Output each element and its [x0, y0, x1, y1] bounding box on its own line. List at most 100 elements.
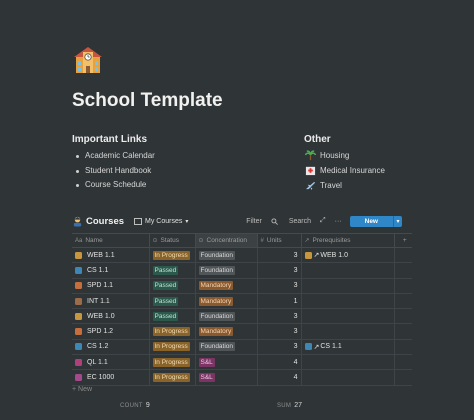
cell-units[interactable]: 3 [257, 278, 302, 294]
cell-concentration[interactable]: Foundation [195, 262, 258, 279]
cell-prerequisites[interactable] [301, 278, 395, 294]
other-item-travel[interactable]: Travel [304, 178, 385, 193]
important-links-list: Academic Calendar Student Handbook Cours… [75, 149, 155, 193]
database-header: Courses My Courses ▾ Filter Search ⤢ ···… [72, 214, 402, 228]
cell-prerequisites[interactable] [301, 293, 395, 310]
add-row-button[interactable]: + New [72, 386, 92, 393]
cell-concentration[interactable]: Foundation [195, 247, 258, 264]
cell-prerequisites[interactable] [301, 262, 395, 279]
column-header-prerequisites[interactable]: ↗ Prerequisites [301, 233, 395, 248]
cell-concentration[interactable]: Mandatory [195, 323, 258, 340]
new-button[interactable]: New ▾ [349, 215, 402, 227]
table-row[interactable]: WEB 1.1 In Progress Foundation 3 ↗ WEB 1.0 [72, 247, 412, 264]
cell-name[interactable]: EC 1000 [72, 369, 150, 386]
other-item-medical-insurance[interactable]: Medical Insurance [304, 163, 385, 178]
cell-status[interactable]: In Progress [149, 369, 196, 386]
link-academic-calendar[interactable]: Academic Calendar [75, 149, 155, 164]
cell-name[interactable]: SPD 1.1 [72, 278, 150, 294]
cell-status[interactable]: In Progress [149, 339, 196, 356]
page-icon [75, 251, 82, 259]
select-icon: ⊙ [198, 238, 204, 244]
cell-empty [394, 369, 412, 386]
search-icon [271, 217, 278, 225]
cell-status[interactable]: Passed [149, 278, 196, 294]
select-icon: ⊙ [152, 238, 158, 244]
footer-count[interactable]: COUNT 9 [120, 402, 150, 409]
new-button-label: New [364, 217, 378, 225]
table-row[interactable]: SPD 1.2 In Progress Mandatory 3 [72, 323, 412, 340]
column-header-units[interactable]: # Units [257, 233, 302, 248]
view-selector[interactable]: My Courses ▾ [134, 217, 188, 225]
table-row[interactable]: WEB 1.0 Passed Foundation 3 [72, 308, 412, 325]
cell-prerequisites[interactable] [301, 308, 395, 325]
cell-name[interactable]: INT 1.1 [72, 293, 150, 310]
cell-units[interactable]: 4 [257, 369, 302, 386]
link-course-schedule[interactable]: Course Schedule [75, 178, 155, 193]
cell-concentration[interactable]: S&L [195, 369, 258, 386]
important-links-heading: Important Links [72, 134, 148, 145]
cell-name[interactable]: WEB 1.1 [72, 247, 150, 264]
cell-status[interactable]: In Progress [149, 247, 196, 264]
link-student-handbook[interactable]: Student Handbook [75, 164, 155, 179]
cell-name[interactable]: CS 1.1 [72, 262, 150, 279]
page-icon [304, 251, 312, 259]
status-badge: Passed [152, 311, 179, 321]
cell-prerequisites[interactable]: ↗ CS 1.1 [301, 339, 395, 356]
cell-concentration[interactable]: S&L [195, 354, 258, 371]
cell-prerequisites[interactable] [301, 354, 395, 371]
column-header-concentration[interactable]: ⊙ Concentration [195, 233, 258, 248]
cell-concentration[interactable]: Mandatory [195, 278, 258, 294]
cell-units[interactable]: 3 [257, 262, 302, 279]
table-row[interactable]: EC 1000 In Progress S&L 4 [72, 369, 412, 386]
cell-units[interactable]: 1 [257, 293, 302, 310]
cell-empty [394, 278, 412, 294]
table-row[interactable]: CS 1.1 Passed Foundation 3 [72, 262, 412, 279]
table-row[interactable]: SPD 1.1 Passed Mandatory 3 [72, 278, 412, 294]
page-icon [304, 343, 312, 351]
cell-concentration[interactable]: Foundation [195, 339, 258, 356]
concentration-badge: Mandatory [198, 281, 234, 291]
more-icon[interactable]: ··· [335, 218, 342, 225]
cell-name[interactable]: SPD 1.2 [72, 323, 150, 340]
column-header-name[interactable]: Aa Name [72, 233, 150, 248]
search-button[interactable]: Search [271, 218, 311, 225]
other-item-label: Travel [320, 181, 342, 190]
page-icon [75, 266, 82, 274]
footer-sum[interactable]: SUM 27 [277, 402, 302, 409]
cell-concentration[interactable]: Mandatory [195, 293, 258, 310]
cell-prerequisites[interactable] [301, 369, 395, 386]
expand-icon[interactable]: ⤢ [320, 217, 326, 225]
cell-empty [394, 262, 412, 279]
cell-units[interactable]: 4 [257, 354, 302, 371]
concentration-badge: S&L [198, 357, 215, 367]
cell-prerequisites[interactable] [301, 323, 395, 340]
add-column-button[interactable]: + [394, 233, 412, 248]
column-header-status[interactable]: ⊙ Status [149, 233, 196, 248]
cell-name[interactable]: QL 1.1 [72, 354, 150, 371]
cell-status[interactable]: Passed [149, 293, 196, 310]
cell-status[interactable]: Passed [149, 262, 196, 279]
concentration-badge: Foundation [198, 342, 236, 352]
table-row[interactable]: QL 1.1 In Progress S&L 4 [72, 354, 412, 371]
cell-status[interactable]: In Progress [149, 354, 196, 371]
cell-units[interactable]: 3 [257, 308, 302, 325]
cell-units[interactable]: 3 [257, 339, 302, 356]
concentration-badge: Mandatory [198, 327, 234, 337]
cell-prerequisites[interactable]: ↗ WEB 1.0 [301, 247, 395, 264]
palm-tree-icon [304, 150, 316, 162]
cell-units[interactable]: 3 [257, 323, 302, 340]
cell-name[interactable]: WEB 1.0 [72, 308, 150, 325]
filter-button[interactable]: Filter [246, 218, 262, 225]
chevron-down-icon[interactable]: ▾ [393, 215, 402, 227]
cell-status[interactable]: In Progress [149, 323, 196, 340]
cell-status[interactable]: Passed [149, 308, 196, 325]
table-row[interactable]: CS 1.2 In Progress Foundation 3 ↗ CS 1.1 [72, 339, 412, 356]
database-title: Courses [86, 215, 125, 227]
other-item-housing[interactable]: Housing [304, 148, 385, 163]
cell-name[interactable]: CS 1.2 [72, 339, 150, 356]
cell-concentration[interactable]: Foundation [195, 308, 258, 325]
status-badge: Passed [152, 265, 179, 275]
page-icon [75, 297, 82, 305]
table-row[interactable]: INT 1.1 Passed Mandatory 1 [72, 293, 412, 310]
cell-units[interactable]: 3 [257, 247, 302, 264]
